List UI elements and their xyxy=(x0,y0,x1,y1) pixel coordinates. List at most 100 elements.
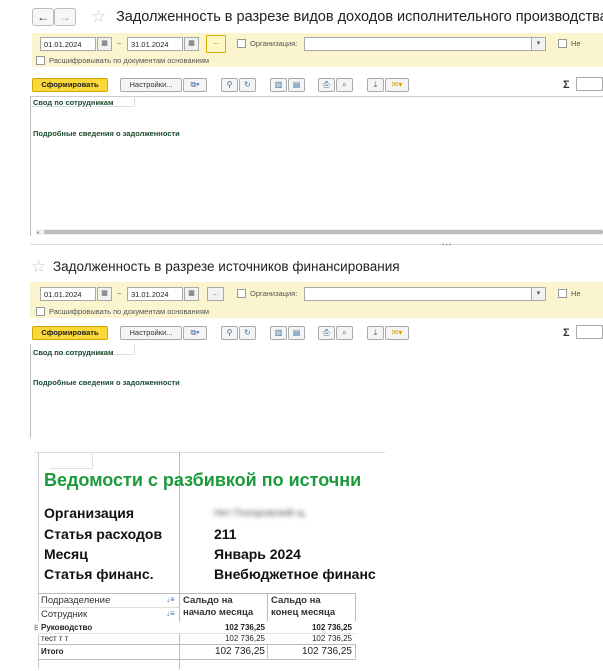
period-select-button[interactable]: ... xyxy=(207,287,224,301)
group-header-department: Подразделение xyxy=(41,595,111,606)
send-button[interactable]: ✉▾ xyxy=(385,326,409,340)
org-label: Организация: xyxy=(250,289,298,298)
copy-icon: ⧉▾ xyxy=(190,80,200,89)
chevron-down-icon[interactable]: ▾ xyxy=(531,37,546,51)
decode-label: Расшифровывать по документам основаниям xyxy=(49,307,210,316)
decode-checkbox[interactable] xyxy=(36,56,45,65)
column-divider xyxy=(355,593,356,621)
row-name: тест т т xyxy=(41,634,69,643)
scroll-left-icon[interactable]: ◂ xyxy=(36,229,39,236)
find-button[interactable]: ⚲ xyxy=(221,78,238,92)
search-icon: ⚲ xyxy=(226,80,233,89)
details-section-title: Подробные сведения о задолженности xyxy=(33,378,180,387)
field-value-finance: Внебюджетное финанс xyxy=(214,566,376,582)
calendar-icon[interactable]: ▦ xyxy=(184,37,199,51)
favorite-star-icon[interactable]: ☆ xyxy=(91,8,106,25)
preview-button[interactable]: ⌕ xyxy=(336,326,353,340)
variant-button[interactable]: ⧉▾ xyxy=(183,326,207,340)
chevron-down-icon[interactable]: ▾ xyxy=(531,287,546,301)
save-button[interactable]: ⤓ xyxy=(367,78,384,92)
calendar-icon[interactable]: ▦ xyxy=(97,37,112,51)
settings-button[interactable]: Настройки... xyxy=(120,326,182,340)
settings-button[interactable]: Настройки... xyxy=(120,78,182,92)
field-label-finance: Статья финанс. xyxy=(44,566,154,582)
header-button[interactable]: ▤ xyxy=(288,78,305,92)
decode-checkbox[interactable] xyxy=(36,307,45,316)
splitter[interactable] xyxy=(30,244,603,245)
col-end-header-line2: конец месяца xyxy=(271,607,336,618)
find-replace-button[interactable]: ↻ xyxy=(239,326,256,340)
field-value-expense: 211 xyxy=(214,526,237,542)
cell-frame xyxy=(50,452,93,469)
preview-icon: ⌕ xyxy=(342,80,347,89)
send-button[interactable]: ✉▾ xyxy=(385,78,409,92)
generate-button[interactable]: Сформировать xyxy=(32,326,108,340)
col-end-header-line1: Сальдо на xyxy=(271,595,321,606)
sort-icon[interactable]: ↓≡ xyxy=(166,595,175,604)
left-border xyxy=(30,344,31,438)
date-dash: – xyxy=(117,288,122,297)
row-start: 102 736,25 xyxy=(224,623,265,632)
left-border xyxy=(30,96,31,236)
date-to-input[interactable]: 31.01.2024 xyxy=(127,37,183,51)
scrollbar-thumb[interactable] xyxy=(44,230,603,234)
print-icon: ⎙ xyxy=(323,80,330,89)
favorite-star-icon[interactable]: ☆ xyxy=(31,258,46,275)
date-from-input[interactable]: 01.01.2024 xyxy=(40,37,96,51)
decode-label: Расшифровывать по документам основаниям xyxy=(49,56,210,65)
sort-icon[interactable]: ↓≡ xyxy=(166,609,175,618)
org-label: Организация: xyxy=(250,39,298,48)
not-checkbox[interactable] xyxy=(558,289,567,298)
forward-button[interactable]: → xyxy=(54,8,76,26)
org-input[interactable] xyxy=(304,37,532,51)
date-from-input[interactable]: 01.01.2024 xyxy=(40,287,96,301)
report-title: Ведомости с разбивкой по источни xyxy=(44,470,362,490)
col-start-header-line1: Сальдо на xyxy=(183,595,233,606)
header-button[interactable]: ▤ xyxy=(288,326,305,340)
column-divider xyxy=(267,644,268,658)
summary-section-title: Свод по сотрудникам xyxy=(33,98,114,107)
header-icon: ▤ xyxy=(292,80,301,89)
calendar-icon[interactable]: ▦ xyxy=(184,287,199,301)
details-section-title: Подробные сведения о задолженности xyxy=(33,129,180,138)
page-title: Задолженность в разрезе видов доходов ис… xyxy=(116,9,603,25)
calendar-icon[interactable]: ▦ xyxy=(97,287,112,301)
find-button[interactable]: ⚲ xyxy=(221,326,238,340)
org-checkbox[interactable] xyxy=(237,39,246,48)
period-select-button[interactable]: ... xyxy=(206,35,226,53)
date-to-input[interactable]: 31.01.2024 xyxy=(127,287,183,301)
field-label-org: Организация xyxy=(44,505,135,521)
print-icon: ⎙ xyxy=(323,328,330,337)
sigma-icon[interactable]: Σ xyxy=(563,327,570,339)
arrow-right-icon: → xyxy=(59,10,71,24)
print-button[interactable]: ⎙ xyxy=(318,78,335,92)
total-row-end: 102 736,25 xyxy=(301,646,352,657)
group-button[interactable]: ▥ xyxy=(270,326,287,340)
org-input[interactable] xyxy=(304,287,532,301)
preview-button[interactable]: ⌕ xyxy=(336,78,353,92)
splitter-handle-icon[interactable]: ••• xyxy=(442,242,452,249)
print-button[interactable]: ⎙ xyxy=(318,326,335,340)
org-checkbox[interactable] xyxy=(237,289,246,298)
grid-line xyxy=(38,607,179,608)
save-button[interactable]: ⤓ xyxy=(367,326,384,340)
row-end: 102 736,25 xyxy=(311,623,352,632)
report-area xyxy=(30,96,603,237)
back-button[interactable]: ← xyxy=(32,8,54,26)
search-replace-icon: ↻ xyxy=(244,328,251,337)
find-replace-button[interactable]: ↻ xyxy=(239,78,256,92)
arrow-left-icon: ← xyxy=(37,10,49,24)
grid-icon: ▥ xyxy=(274,328,283,337)
generate-button[interactable]: Сформировать xyxy=(32,78,108,92)
not-checkbox[interactable] xyxy=(558,39,567,48)
group-button[interactable]: ▥ xyxy=(270,78,287,92)
field-label-month: Месяц xyxy=(44,546,88,562)
sum-field xyxy=(576,77,603,91)
sum-field xyxy=(576,325,603,339)
sigma-icon[interactable]: Σ xyxy=(563,79,570,91)
variant-button[interactable]: ⧉▾ xyxy=(183,78,207,92)
row-name: Руководство xyxy=(41,623,93,632)
group-header-employee: Сотрудник xyxy=(41,609,88,620)
total-row-start: 102 736,25 xyxy=(214,646,265,657)
copy-icon: ⧉▾ xyxy=(190,328,200,337)
